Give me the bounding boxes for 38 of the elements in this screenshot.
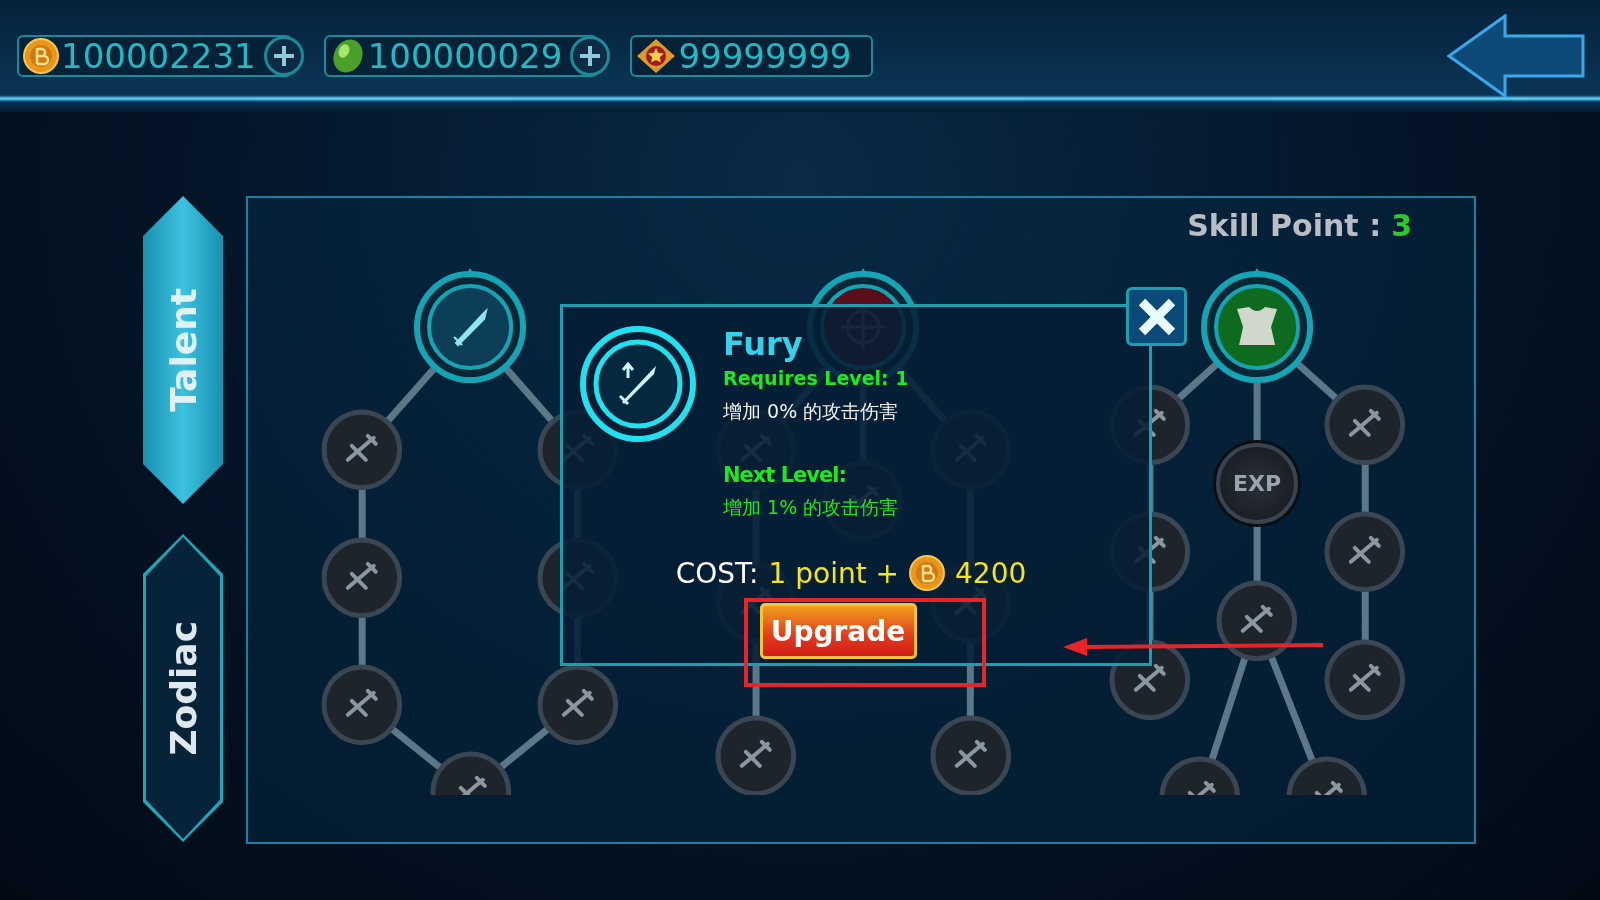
skill-badge-icon[interactable]	[321, 664, 403, 746]
cost-points: 1 point +	[768, 556, 899, 590]
skill-badge-icon[interactable]	[1216, 579, 1298, 662]
sword-badge-icon	[579, 325, 697, 443]
plus-icon	[578, 44, 603, 68]
skill-badge-icon[interactable]	[715, 715, 797, 795]
cost-coins: 4200	[955, 556, 1027, 590]
skill-point-value: 3	[1391, 208, 1412, 243]
side-tab[interactable]: Zodiac	[143, 534, 223, 842]
cost-label: COST:	[675, 556, 759, 590]
current-effect: 增加 0% 的攻击伤害	[723, 399, 900, 424]
add-button[interactable]	[263, 36, 304, 76]
skill-badge-icon[interactable]	[321, 536, 403, 619]
level-requirement: Requires Level: 1	[723, 367, 909, 389]
star-emblem-icon	[636, 38, 677, 74]
skill-badge-icon[interactable]	[321, 409, 403, 491]
skill-badge-icon[interactable]	[1324, 638, 1407, 721]
back-arrow-icon[interactable]	[1447, 14, 1585, 98]
plus-icon	[271, 44, 296, 68]
exp-label: EXP	[1233, 471, 1282, 497]
skill-name: Fury	[723, 325, 804, 363]
coin-icon	[909, 555, 945, 591]
upgrade-button[interactable]: Upgrade	[759, 603, 917, 659]
skill-badge-icon[interactable]	[929, 715, 1012, 795]
skill-badge-icon[interactable]	[1324, 511, 1407, 593]
skill-badge-icon[interactable]	[1324, 383, 1407, 466]
skill-badge[interactable]: EXP	[1216, 442, 1298, 525]
close-button[interactable]	[1126, 287, 1187, 346]
skill-badge-icon[interactable]	[536, 664, 619, 746]
currency-amount: 99999999	[678, 39, 853, 73]
next-level-label: Next Level:	[723, 463, 847, 487]
currency-amount: 100002231	[61, 39, 257, 73]
skill-point-label: Skill Point :	[1187, 208, 1382, 243]
close-icon	[1136, 296, 1177, 337]
currency-amount: 100000029	[367, 39, 564, 73]
next-level-effect: 增加 1% 的攻击伤害	[723, 495, 900, 520]
add-button[interactable]	[570, 36, 611, 76]
coin-icon	[23, 38, 59, 74]
